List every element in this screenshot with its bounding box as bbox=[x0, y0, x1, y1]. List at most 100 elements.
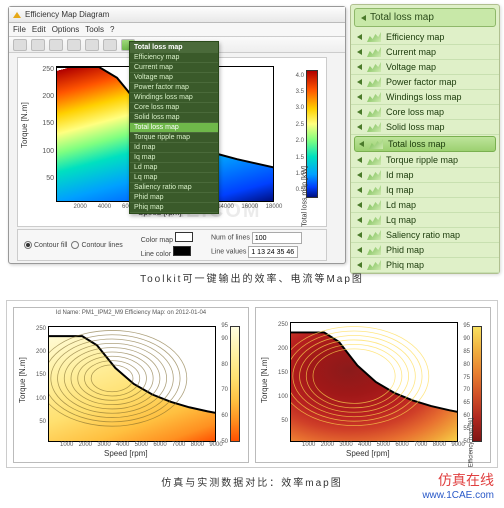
colorbar-tick: 60 bbox=[221, 413, 228, 419]
colorbar-tick: 55 bbox=[463, 426, 470, 432]
app-title: Efficiency Map Diagram bbox=[25, 10, 109, 19]
dropdown-item[interactable]: Torque ripple map bbox=[130, 133, 218, 143]
colorbar-tick: 0.5 bbox=[296, 187, 304, 193]
chevron-left-icon bbox=[359, 141, 364, 147]
y-tick: 50 bbox=[274, 418, 288, 424]
dropdown-item[interactable]: Current map bbox=[130, 63, 218, 73]
chart-icon bbox=[367, 62, 381, 72]
chart-icon bbox=[367, 77, 381, 87]
chevron-left-icon bbox=[357, 49, 362, 55]
brand-url: www.1CAE.com bbox=[422, 490, 494, 501]
chevron-left-icon bbox=[357, 202, 362, 208]
chart-icon bbox=[367, 245, 381, 255]
colorbar bbox=[230, 326, 240, 442]
contour-lines-radio[interactable]: Contour lines bbox=[71, 241, 122, 249]
contour-fill-radio[interactable]: Contour fill bbox=[24, 241, 67, 249]
map-list-item[interactable]: Torque ripple map bbox=[351, 153, 499, 168]
dropdown-item[interactable]: Phiq map bbox=[130, 203, 218, 213]
map-type-dropdown: Total loss map Efficiency mapCurrent map… bbox=[129, 41, 219, 214]
colorbar-tick: 50 bbox=[463, 439, 470, 445]
map-list-item[interactable]: Total loss map bbox=[354, 136, 496, 152]
chart-icon bbox=[367, 32, 381, 42]
colorbar-tick: 1.0 bbox=[296, 171, 304, 177]
dropdown-item[interactable]: Ld map bbox=[130, 163, 218, 173]
numlines-input[interactable] bbox=[252, 232, 302, 244]
dropdown-item[interactable]: Windings loss map bbox=[130, 93, 218, 103]
map-list-item-label: Solid loss map bbox=[386, 122, 445, 132]
menu-help[interactable]: ? bbox=[110, 25, 114, 34]
toolbar-button[interactable] bbox=[85, 39, 99, 51]
colorbar-tick: 95 bbox=[221, 323, 228, 329]
toolbar-button[interactable] bbox=[49, 39, 63, 51]
y-axis-label: Torque [N.m] bbox=[20, 102, 29, 148]
chart-icon bbox=[367, 92, 381, 102]
plot-area bbox=[290, 322, 458, 442]
dropdown-item[interactable]: Iq map bbox=[130, 153, 218, 163]
x-tick: 7000 bbox=[172, 442, 185, 448]
map-list-item[interactable]: Power factor map bbox=[351, 75, 499, 90]
map-list-item[interactable]: Current map bbox=[351, 45, 499, 60]
menu-file[interactable]: File bbox=[13, 25, 26, 34]
colormap-swatch[interactable] bbox=[175, 232, 193, 242]
app-icon bbox=[13, 12, 21, 18]
linecolor-swatch[interactable] bbox=[173, 246, 191, 256]
chart-icon bbox=[367, 170, 381, 180]
menu-edit[interactable]: Edit bbox=[32, 25, 46, 34]
toolbar-button[interactable] bbox=[31, 39, 45, 51]
colorbar-tick: 75 bbox=[463, 375, 470, 381]
map-list-item[interactable]: Voltage map bbox=[351, 60, 499, 75]
chevron-left-icon bbox=[357, 187, 362, 193]
map-list-item[interactable]: Saliency ratio map bbox=[351, 228, 499, 243]
y-tick: 200 bbox=[40, 93, 54, 100]
menu-tools[interactable]: Tools bbox=[85, 25, 104, 34]
map-list-item[interactable]: Core loss map bbox=[351, 105, 499, 120]
x-tick: 4000 bbox=[116, 442, 129, 448]
x-tick: 1000 bbox=[60, 442, 73, 448]
chart-icon bbox=[367, 185, 381, 195]
dropdown-item[interactable]: Solid loss map bbox=[130, 113, 218, 123]
toolbar-button[interactable] bbox=[103, 39, 117, 51]
app-window: Efficiency Map Diagram File Edit Options… bbox=[8, 6, 346, 264]
chart-icon bbox=[367, 200, 381, 210]
map-list-item[interactable]: Iq map bbox=[351, 183, 499, 198]
y-tick: 200 bbox=[32, 349, 46, 355]
menu-options[interactable]: Options bbox=[52, 25, 80, 34]
map-list-item-label: Current map bbox=[386, 47, 436, 57]
menu-bar: File Edit Options Tools ? bbox=[9, 23, 345, 37]
dropdown-item[interactable]: Lq map bbox=[130, 173, 218, 183]
dropdown-item[interactable]: Id map bbox=[130, 143, 218, 153]
chart-icon bbox=[367, 122, 381, 132]
dropdown-item[interactable]: Total loss map bbox=[130, 123, 218, 133]
map-list-item[interactable]: Windings loss map bbox=[351, 90, 499, 105]
dropdown-item[interactable]: Core loss map bbox=[130, 103, 218, 113]
dropdown-item[interactable]: Efficiency map bbox=[130, 53, 218, 63]
brand-label: 仿真在线 bbox=[438, 470, 494, 490]
colorbar-tick: 80 bbox=[463, 362, 470, 368]
colorbar-tick: 70 bbox=[221, 387, 228, 393]
map-list-item[interactable]: Id map bbox=[351, 168, 499, 183]
x-tick: 7000 bbox=[414, 442, 427, 448]
toolbar-button[interactable] bbox=[13, 39, 27, 51]
map-list-item[interactable]: Lq map bbox=[351, 213, 499, 228]
chevron-left-icon bbox=[357, 124, 362, 130]
linevalues-input[interactable] bbox=[248, 246, 298, 258]
plot-area bbox=[48, 326, 216, 442]
dropdown-item[interactable]: Phid map bbox=[130, 193, 218, 203]
map-list-item[interactable]: Efficiency map bbox=[351, 30, 499, 45]
map-list-item[interactable]: Phid map bbox=[351, 243, 499, 258]
x-tick: 1000 bbox=[302, 442, 315, 448]
map-list-item[interactable]: Ld map bbox=[351, 198, 499, 213]
y-tick: 250 bbox=[40, 66, 54, 73]
x-tick: 4000 bbox=[98, 204, 111, 210]
map-list-item[interactable]: Solid loss map bbox=[351, 120, 499, 135]
right-chart: Torque [N.m] Speed [rpm] 501001502002501… bbox=[255, 307, 491, 463]
dropdown-item[interactable]: Power factor map bbox=[130, 83, 218, 93]
chevron-left-icon bbox=[357, 109, 362, 115]
dropdown-item[interactable]: Voltage map bbox=[130, 73, 218, 83]
toolbar-button[interactable] bbox=[67, 39, 81, 51]
map-list-item-label: Saliency ratio map bbox=[386, 230, 460, 240]
dropdown-item[interactable]: Saliency ratio map bbox=[130, 183, 218, 193]
chart-icon bbox=[367, 155, 381, 165]
chevron-left-icon bbox=[357, 247, 362, 253]
map-list-item-label: Total loss map bbox=[388, 139, 446, 149]
